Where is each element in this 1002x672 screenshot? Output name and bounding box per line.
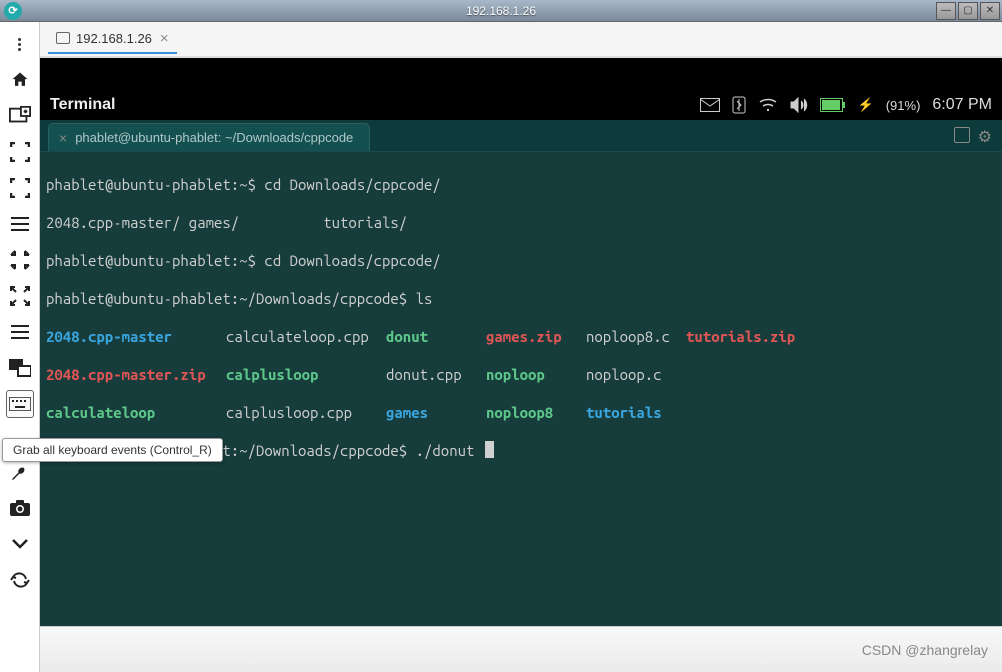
terminal-output[interactable]: phablet@ubuntu-phablet:~$ cd Downloads/c… <box>40 152 1002 626</box>
ls-item: tutorials <box>586 403 662 422</box>
ls-item: games.zip <box>486 327 586 346</box>
cursor <box>485 441 494 458</box>
wifi-icon[interactable] <box>758 98 778 112</box>
tab-strip: 192.168.1.26 × <box>40 22 1002 58</box>
tooltip: Grab all keyboard events (Control_R) <box>2 438 223 462</box>
terminal-tab[interactable]: × phablet@ubuntu-phablet: ~/Downloads/cp… <box>48 123 370 151</box>
tab-label: 192.168.1.26 <box>76 31 152 46</box>
terminal-tab-label: phablet@ubuntu-phablet: ~/Downloads/cppc… <box>75 130 353 145</box>
ls-item: calplusloop.cpp <box>226 403 386 422</box>
footer: CSDN @zhangrelay <box>40 626 1002 672</box>
tab-close-icon[interactable]: × <box>59 130 67 146</box>
menu-dots-icon[interactable] <box>6 30 34 58</box>
monitor-icon <box>56 32 70 44</box>
brackets-icon[interactable] <box>6 138 34 166</box>
prompt: phablet@ubuntu-phablet:~$ <box>46 175 256 194</box>
cmd: ls <box>407 289 432 308</box>
battery-percent: (91%) <box>886 98 921 113</box>
volume-icon[interactable] <box>790 97 808 113</box>
remote-statusbar: Terminal ⚡ (91%) 6:07 PM <box>40 90 1002 120</box>
ls-item: noploop <box>486 365 586 384</box>
side-toolbar <box>0 22 40 672</box>
copy-icon[interactable] <box>954 127 970 143</box>
prompt: phablet@ubuntu-phablet:~/Downloads/cppco… <box>46 289 407 308</box>
clock: 6:07 PM <box>932 96 992 114</box>
tab-connection[interactable]: 192.168.1.26 × <box>48 24 177 54</box>
cmd: cd Downloads/cppcode/ <box>256 175 441 194</box>
close-button[interactable]: ✕ <box>980 2 1000 20</box>
screens-icon[interactable] <box>6 354 34 382</box>
mail-icon[interactable] <box>700 98 720 112</box>
minimize-button[interactable]: — <box>936 2 956 20</box>
camera-icon[interactable] <box>6 494 34 522</box>
dirs: games/ tutorials/ <box>180 213 407 232</box>
keyboard-icon[interactable] <box>6 390 34 418</box>
bluetooth-icon[interactable] <box>732 96 746 114</box>
titlebar: ⟳ 192.168.1.26 — ▢ ✕ <box>0 0 1002 22</box>
window-title: 192.168.1.26 <box>466 4 536 18</box>
remote-screen: Terminal ⚡ (91%) 6:07 PM × <box>40 58 1002 672</box>
ls-item: calculateloop.cpp <box>226 327 386 346</box>
ls-item: donut.cpp <box>386 365 486 384</box>
battery-icon[interactable] <box>820 98 846 112</box>
charging-icon: ⚡ <box>858 97 874 113</box>
wrench-icon[interactable] <box>6 458 34 486</box>
prompt: phablet@ubuntu-phablet:~$ <box>46 251 256 270</box>
lines2-icon[interactable] <box>6 318 34 346</box>
ls-item: 2048.cpp-master <box>46 327 226 346</box>
ls-item: calplusloop <box>226 365 386 384</box>
gear-icon[interactable]: ⚙ <box>978 127 992 147</box>
brackets2-icon[interactable] <box>6 174 34 202</box>
ls-item: calculateloop <box>46 403 226 422</box>
ls-item: noploop8 <box>486 403 586 422</box>
remote-top-margin <box>40 58 1002 90</box>
maximize-button[interactable]: ▢ <box>958 2 978 20</box>
cmd: ./donut <box>407 441 483 460</box>
refresh-icon[interactable] <box>6 566 34 594</box>
dir: 2048.cpp-master/ <box>46 213 180 232</box>
ls-item: noploop8.c <box>586 327 686 346</box>
ls-item: donut <box>386 327 486 346</box>
ls-item: games <box>386 403 486 422</box>
add-monitor-icon[interactable] <box>6 102 34 130</box>
home-icon[interactable] <box>6 66 34 94</box>
expand-in-icon[interactable] <box>6 246 34 274</box>
ls-item: 2048.cpp-master.zip <box>46 365 226 384</box>
ls-item: tutorials.zip <box>686 327 795 346</box>
terminal-tabbar: × phablet@ubuntu-phablet: ~/Downloads/cp… <box>40 120 1002 152</box>
ls-item: noploop.c <box>586 365 662 384</box>
app-logo-icon: ⟳ <box>4 2 22 20</box>
watermark: CSDN @zhangrelay <box>862 642 988 658</box>
cmd: cd Downloads/cppcode/ <box>256 251 441 270</box>
app-title: Terminal <box>50 96 116 114</box>
expand-out-icon[interactable] <box>6 282 34 310</box>
tab-close-button[interactable]: × <box>160 30 169 47</box>
lines-icon[interactable] <box>6 210 34 238</box>
chevron-down-icon[interactable] <box>6 530 34 558</box>
